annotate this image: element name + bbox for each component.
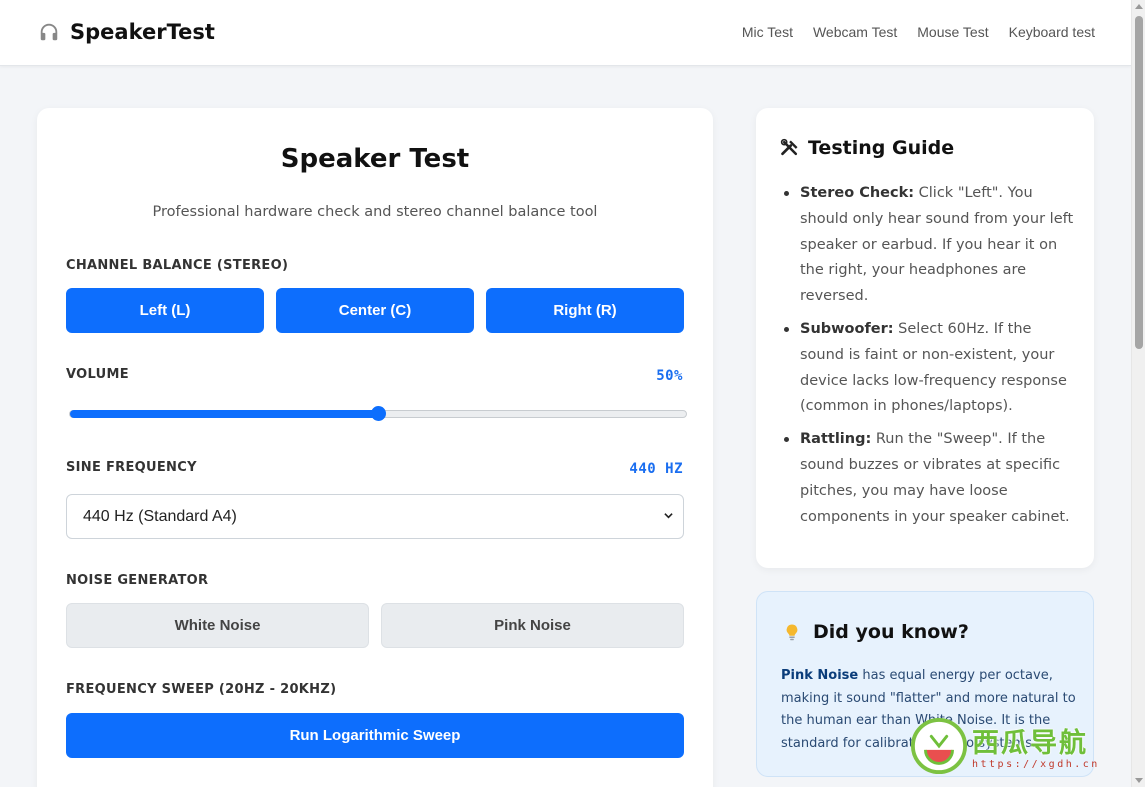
tools-icon — [780, 138, 798, 156]
page-title: Speaker Test — [280, 144, 470, 174]
know-term: Pink Noise — [781, 668, 859, 683]
list-item: Stereo Check: Click "Left". You should o… — [780, 181, 1076, 310]
volume-label: VOLUME — [66, 367, 129, 382]
scroll-up-arrow-icon[interactable] — [1135, 4, 1143, 9]
lightbulb-icon — [786, 624, 798, 641]
guide-term: Subwoofer: — [800, 320, 894, 337]
testing-guide-card: Testing Guide Stereo Check: Click "Left"… — [756, 108, 1094, 568]
logo[interactable]: SpeakerTest — [38, 20, 215, 44]
volume-slider[interactable] — [69, 406, 687, 421]
nav-keyboard-test[interactable]: Keyboard test — [1009, 24, 1095, 40]
page-subtitle: Professional hardware check and stereo c… — [152, 204, 598, 220]
watermark-text: 西瓜导航 — [972, 728, 1088, 759]
know-title: Did you know? — [783, 621, 969, 643]
know-title-text: Did you know? — [813, 621, 969, 643]
watermark: 西瓜导航 https://xgdh.cn — [908, 715, 1133, 785]
list-item: Subwoofer: Select 60Hz. If the sound is … — [780, 317, 1076, 420]
frequency-select[interactable]: 440 Hz (Standard A4) — [66, 494, 684, 539]
volume-slider-thumb[interactable] — [371, 406, 386, 421]
volume-value: 50% — [656, 368, 683, 384]
nav-mic-test[interactable]: Mic Test — [742, 24, 793, 40]
sine-frequency-value: 440 HZ — [629, 461, 683, 477]
white-noise-button[interactable]: White Noise — [66, 603, 369, 648]
logo-text: SpeakerTest — [70, 20, 215, 44]
run-sweep-button[interactable]: Run Logarithmic Sweep — [66, 713, 684, 758]
top-header: SpeakerTest Mic Test Webcam Test Mouse T… — [0, 0, 1131, 66]
volume-slider-fill — [70, 410, 378, 418]
scroll-down-arrow-icon[interactable] — [1135, 778, 1143, 783]
guide-title: Testing Guide — [780, 137, 954, 159]
right-channel-button[interactable]: Right (R) — [486, 288, 684, 333]
sine-frequency-label: SINE FREQUENCY — [66, 460, 197, 475]
list-item: Rattling: Run the "Sweep". If the sound … — [780, 427, 1076, 530]
page-scrollbar[interactable] — [1131, 0, 1145, 787]
watermark-url: https://xgdh.cn — [972, 759, 1100, 770]
top-nav: Mic Test Webcam Test Mouse Test Keyboard… — [742, 24, 1095, 40]
nav-mouse-test[interactable]: Mouse Test — [917, 24, 988, 40]
watermelon-logo-icon — [910, 717, 968, 775]
pink-noise-button[interactable]: Pink Noise — [381, 603, 684, 648]
frequency-select-value: 440 Hz (Standard A4) — [83, 507, 237, 525]
chevron-down-icon — [664, 513, 673, 519]
scrollbar-thumb[interactable] — [1135, 16, 1143, 349]
guide-list: Stereo Check: Click "Left". You should o… — [780, 181, 1076, 537]
guide-term: Rattling: — [800, 431, 872, 448]
frequency-sweep-label: FREQUENCY SWEEP (20HZ - 20KHZ) — [66, 682, 337, 697]
speaker-test-panel: Speaker Test Professional hardware check… — [37, 108, 713, 787]
noise-generator-label: NOISE GENERATOR — [66, 573, 209, 588]
channel-balance-label: CHANNEL BALANCE (STEREO) — [66, 258, 289, 273]
guide-text: Click "Left". You should only hear sound… — [800, 185, 1074, 305]
nav-webcam-test[interactable]: Webcam Test — [813, 24, 897, 40]
guide-title-text: Testing Guide — [808, 137, 955, 159]
center-channel-button[interactable]: Center (C) — [276, 288, 474, 333]
headphones-icon — [40, 23, 58, 41]
guide-term: Stereo Check: — [800, 185, 915, 201]
left-channel-button[interactable]: Left (L) — [66, 288, 264, 333]
